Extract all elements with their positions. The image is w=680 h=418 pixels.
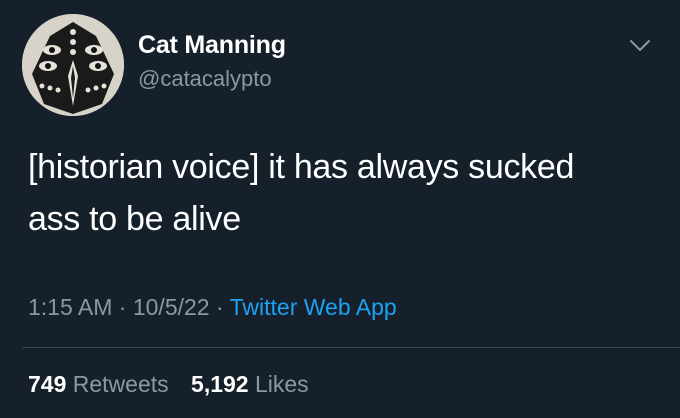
- user-handle[interactable]: @catacalypto: [138, 66, 272, 92]
- divider: [22, 347, 680, 348]
- tweet-stats: 749 Retweets 5,192 Likes: [28, 371, 309, 398]
- meta-separator: ·: [215, 294, 224, 320]
- meta-separator: ·: [118, 294, 127, 320]
- retweets-label[interactable]: Retweets: [73, 371, 169, 397]
- chevron-down-icon: [630, 40, 650, 51]
- tweet-meta: 1:15 AM · 10/5/22 · Twitter Web App: [28, 294, 397, 321]
- tweet-source-link[interactable]: Twitter Web App: [230, 294, 397, 320]
- retweets-count[interactable]: 749: [28, 371, 66, 397]
- tweet-card: Cat Manning @catacalypto [historian voic…: [0, 0, 680, 418]
- tweet-date[interactable]: 10/5/22: [133, 294, 210, 320]
- tweet-time[interactable]: 1:15 AM: [28, 294, 112, 320]
- tweet-text-line: ass to be alive: [28, 200, 241, 238]
- tweet-text-line: [historian voice] it has always sucked: [28, 148, 575, 186]
- avatar[interactable]: [22, 14, 124, 116]
- avatar-image: [22, 14, 124, 116]
- more-options-button[interactable]: [625, 34, 655, 58]
- display-name[interactable]: Cat Manning: [138, 31, 286, 60]
- tweet-text: [historian voice] it has always sucked a…: [28, 141, 668, 245]
- likes-label[interactable]: Likes: [255, 371, 309, 397]
- likes-count[interactable]: 5,192: [191, 371, 249, 397]
